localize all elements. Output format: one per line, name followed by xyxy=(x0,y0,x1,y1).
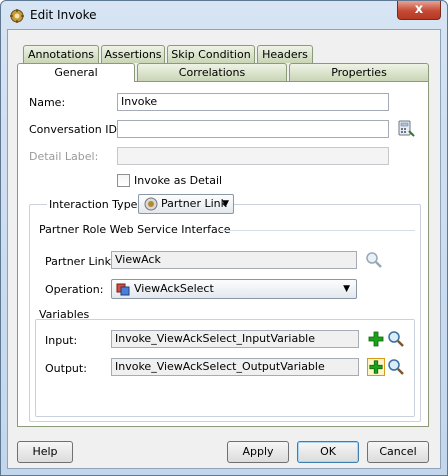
cancel-button[interactable]: Cancel xyxy=(367,441,429,463)
operation-label: Operation: xyxy=(45,283,104,296)
invoke-as-detail-label: Invoke as Detail xyxy=(134,174,223,187)
help-button[interactable]: Help xyxy=(17,441,73,463)
operation-value: ViewAckSelect xyxy=(134,282,214,295)
interaction-type-value: Partner Link xyxy=(161,197,227,210)
conversation-id-field[interactable] xyxy=(117,120,389,138)
invoke-as-detail-checkbox[interactable] xyxy=(117,174,130,187)
gear-app-icon xyxy=(9,8,25,24)
edit-invoke-dialog: Edit Invoke x Annotations Assertions Ski… xyxy=(0,0,448,476)
partner-link-label: Partner Link: xyxy=(45,255,115,268)
name-label: Name: xyxy=(29,96,66,109)
output-variable-field[interactable]: Invoke_ViewAckSelect_OutputVariable xyxy=(111,358,359,376)
window-title: Edit Invoke xyxy=(30,8,97,22)
chevron-down-icon: ▼ xyxy=(222,199,229,209)
title-bar[interactable]: Edit Invoke x xyxy=(1,1,447,29)
green-plus-icon[interactable] xyxy=(367,358,385,376)
chevron-down-icon: ▼ xyxy=(343,284,350,294)
conversation-id-label: Conversation ID: xyxy=(29,123,121,136)
partner-link-field[interactable]: ViewAck xyxy=(111,251,357,269)
operation-icon xyxy=(116,282,130,302)
tab-correlations[interactable]: Correlations xyxy=(137,63,287,81)
tab-skip-condition[interactable]: Skip Condition xyxy=(167,45,255,63)
calculator-browse-icon[interactable] xyxy=(397,120,415,138)
magnifier-icon[interactable] xyxy=(387,358,405,376)
detail-label-label: Detail Label: xyxy=(29,150,99,163)
tab-properties[interactable]: Properties xyxy=(289,63,429,81)
name-field[interactable]: Invoke xyxy=(117,93,389,111)
operation-combo[interactable]: ViewAckSelect ▼ xyxy=(111,279,357,299)
detail-label-field[interactable] xyxy=(117,147,389,165)
interaction-type-label: Interaction Type: xyxy=(47,198,144,211)
magnifier-icon[interactable] xyxy=(365,251,383,269)
close-icon: x xyxy=(414,2,424,17)
input-variable-field[interactable]: Invoke_ViewAckSelect_InputVariable xyxy=(111,330,359,348)
magnifier-icon[interactable] xyxy=(387,330,405,348)
close-button[interactable]: x xyxy=(397,1,441,20)
tab-headers[interactable]: Headers xyxy=(257,45,313,63)
interaction-type-combo[interactable]: Partner Link ▼ xyxy=(138,194,234,214)
input-label: Input: xyxy=(45,334,78,347)
tab-general[interactable]: General xyxy=(17,63,135,82)
tab-annotations[interactable]: Annotations xyxy=(23,45,99,63)
apply-button[interactable]: Apply xyxy=(227,441,289,463)
ok-button[interactable]: OK xyxy=(297,441,359,463)
section-divider xyxy=(219,230,415,231)
partner-role-section-title: Partner Role Web Service Interface xyxy=(39,223,231,236)
partner-link-icon xyxy=(143,196,159,218)
green-plus-icon[interactable] xyxy=(367,330,385,348)
output-label: Output: xyxy=(45,362,87,375)
tab-assertions[interactable]: Assertions xyxy=(101,45,165,63)
